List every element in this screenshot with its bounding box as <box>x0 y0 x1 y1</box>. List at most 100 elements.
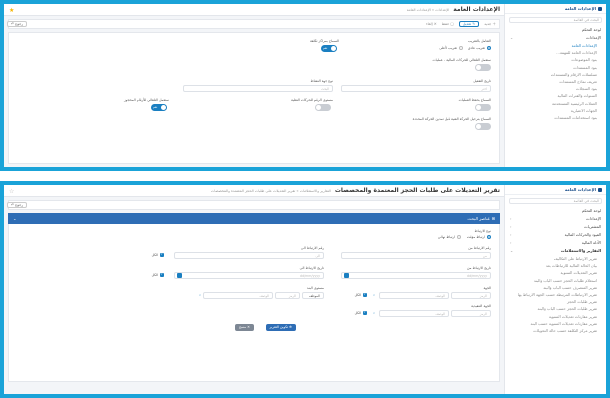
budget-level-select[interactable]: الموظف <box>302 292 324 299</box>
sidebar-item[interactable]: تقرير الارتباطات المرتبطة حسب الجهة الار… <box>505 291 606 298</box>
entity-all-label: الكل <box>354 293 361 297</box>
sidebar-item[interactable]: تقرير الارتباط على التكاليف <box>505 255 606 262</box>
side-code-input[interactable]: الرمز <box>451 310 491 317</box>
sidebar-item[interactable]: التقارير والاستعلامات ⌄ <box>505 247 606 255</box>
sidebar-item[interactable]: بنود الموضوعات <box>505 56 606 63</box>
chevron-icon: ‹ <box>510 240 512 245</box>
sidebar-item[interactable]: الإعدادات العامة للمهمة... <box>505 49 606 56</box>
neg-stock-toggle[interactable] <box>475 104 491 111</box>
to-date-input[interactable]: dd/mm/yyyy <box>174 272 324 279</box>
auto-reserve-label: ستعمل التلقائي للأرقام المحجوز <box>123 98 169 102</box>
date-all-checkbox[interactable] <box>160 272 164 277</box>
entity-search-icon[interactable]: ⌕ <box>373 293 375 297</box>
sidebar-item[interactable]: تقرير مركز التكلفة حسب حالة التحويلات <box>505 327 606 334</box>
edit-button[interactable]: ✎ تعديل <box>458 21 480 27</box>
sidebar-item[interactable]: لوحة التحكم <box>505 26 606 34</box>
clear-button[interactable]: ✕ مسح <box>235 324 254 331</box>
breadcrumb[interactable]: الإعدادات » الإعدادات العامة <box>407 8 450 12</box>
side-all-checkbox[interactable] <box>363 310 367 315</box>
sidebar-item[interactable]: الأدلة المالية ‹ <box>505 239 606 247</box>
filter-icon: ⊞ <box>490 216 495 221</box>
side-search-icon[interactable]: ⌕ <box>373 311 375 315</box>
sidebar-item[interactable]: تسلسلات الارقام والمستندات <box>505 71 606 78</box>
sidebar-item[interactable]: تقرير طلبات الحجز <box>505 298 606 305</box>
cancel-button[interactable]: ✕ إلغاء <box>426 22 437 26</box>
sidebar-item[interactable]: بنود المستندات <box>505 64 606 71</box>
activity-input[interactable]: البحث <box>183 85 333 92</box>
auto-post-label: ستعمل التلقائي للحركات المالية - عمليات <box>432 58 491 62</box>
back-button[interactable]: رجوع ↶ <box>7 21 28 27</box>
calendar-icon[interactable] <box>344 273 349 278</box>
sidebar-item[interactable]: تقرير مقارنات تعديلات السنوية <box>505 313 606 320</box>
temp-radio[interactable] <box>487 235 491 239</box>
budget-desc-input[interactable]: الوصف <box>203 292 273 299</box>
rounding-normal-radio[interactable] <box>487 46 491 50</box>
chevron-icon: ⌄ <box>510 248 514 253</box>
final-radio[interactable] <box>457 235 461 239</box>
filter-header[interactable]: ⊞ عناصر البحث ⌄ <box>8 213 500 224</box>
budget-search-icon[interactable]: ⌕ <box>199 293 201 297</box>
budget-code-input[interactable]: الرمز <box>275 292 300 299</box>
new-button[interactable]: ＋ جديد <box>484 22 496 27</box>
sidebar-item[interactable]: تقرير طلبات الحجز حسب الباب والبند <box>505 305 606 312</box>
sidebar-item[interactable]: تقرير المنصرف حسب الباب والبند <box>505 284 606 291</box>
number-all-checkbox[interactable] <box>160 252 164 257</box>
entity-desc-input[interactable]: الوصف <box>379 292 449 299</box>
delete-move-toggle[interactable] <box>475 123 491 130</box>
sidebar-item[interactable]: الإعدادات ‹ <box>505 215 606 223</box>
sidebar-item[interactable]: الجهات الاعتبارية <box>505 107 606 114</box>
show-report-button[interactable]: ⊕ تكوين التقرير <box>265 324 296 331</box>
sidebar-item[interactable]: تقرير مقارنات تعديلات السنوية حسب البند <box>505 320 606 327</box>
sidebar-search-input[interactable]: البحث في القائمة <box>509 198 602 204</box>
sidebar-item[interactable]: المشتريات ‹ <box>505 223 606 231</box>
budget-label: مستوى البند <box>306 286 324 290</box>
multi-centers-toggle[interactable]: نعم <box>321 45 337 52</box>
final-label: ارتباط نهائي <box>437 235 455 239</box>
back-button[interactable]: رجوع ↶ <box>7 202 28 208</box>
sidebar-item-label: تقرير الارتباط على التكاليف <box>553 256 597 261</box>
sidebar: الإعدادات العامة البحث في القائمة لوحة ا… <box>504 4 606 167</box>
activation-input[interactable]: اختر <box>341 85 491 92</box>
sidebar-header[interactable]: الإعدادات العامة <box>505 4 606 14</box>
to-number-label: رقم الارتباط الى <box>300 246 324 250</box>
sidebar-item-label: بنود استخدامات المستندات <box>554 114 597 120</box>
entity-all-checkbox[interactable] <box>363 292 367 297</box>
sidebar-item[interactable]: بيان الحالة المالية للارتباطات بعد <box>505 262 606 269</box>
sidebar-item[interactable]: الإعدادات العامة <box>505 42 606 49</box>
sidebar-item-label: الإعدادات <box>586 35 601 40</box>
from-date-input[interactable]: dd/mm/yyyy <box>341 272 491 279</box>
entity-code-input[interactable]: الرمز <box>451 292 491 299</box>
breadcrumb[interactable]: التقارير والاستعلامات » تقرير التعديلات … <box>211 189 331 193</box>
report-filter-form: نوع الارتباط ارتباط مؤقت ارتباط نهائي رق… <box>8 224 500 382</box>
calendar-icon[interactable] <box>177 273 182 278</box>
save-button[interactable]: ▢ حفظ <box>442 22 454 26</box>
collapse-chevron-icon[interactable]: ⌄ <box>13 216 17 221</box>
sidebar-item[interactable]: بنود استخدامات المستندات <box>505 114 606 121</box>
favorite-star-icon[interactable]: ★ <box>9 7 14 14</box>
sidebar-item[interactable]: القيود والحركات المالية ‹ <box>505 231 606 239</box>
sidebar-search-input[interactable]: البحث في القائمة <box>509 17 602 23</box>
sidebar-item[interactable]: بنود السجلات <box>505 85 606 92</box>
sidebar-item[interactable]: تقرير التعديلات السنوية <box>505 269 606 276</box>
activity-label: نوع جهة النشاط <box>310 79 333 83</box>
sidebar-item-label: الجهات الاعتبارية <box>570 107 597 113</box>
sidebar-item[interactable]: تعريف نماذج المستندات <box>505 78 606 85</box>
app-window: الإعدادات العامة البحث في القائمة لوحة ا… <box>4 185 606 394</box>
to-number-input[interactable]: الى <box>174 252 324 259</box>
sidebar-header[interactable]: الإعدادات العامة <box>505 185 606 195</box>
sidebar-item[interactable]: الإعدادات ⌄ <box>505 34 606 42</box>
sidebar-item-label: الإعدادات العامة <box>571 43 597 48</box>
side-desc-input[interactable]: الوصف <box>379 310 449 317</box>
sidebar-item-label: تقرير طلبات الحجز حسب الباب والبند <box>537 306 597 312</box>
sidebar-item[interactable]: العملات الرئيسية المستخدمة <box>505 100 606 107</box>
sidebar-item[interactable]: لوحة التحكم <box>505 207 606 215</box>
rounding-up-radio[interactable] <box>459 46 463 50</box>
prev-move-toggle[interactable] <box>315 104 331 111</box>
auto-reserve-toggle[interactable]: نعم <box>151 104 167 111</box>
sidebar-item[interactable]: استعلام طلبات الحجز حسب الباب والبند <box>505 277 606 284</box>
favorite-star-icon[interactable]: ☆ <box>9 188 14 195</box>
from-number-input[interactable]: من <box>341 252 491 259</box>
auto-post-toggle[interactable] <box>475 64 491 71</box>
temp-label: ارتباط مؤقت <box>466 235 485 239</box>
sidebar-item[interactable]: السنوات والفترات المالية <box>505 92 606 99</box>
